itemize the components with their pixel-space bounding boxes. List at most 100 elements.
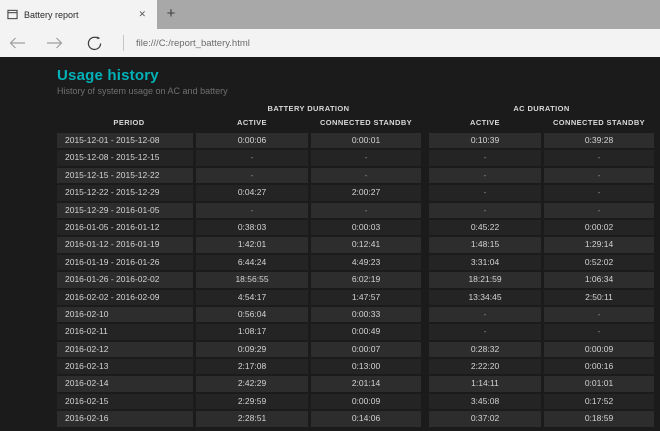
- cell-battery-active: 0:09:29: [196, 341, 308, 358]
- cell-period: 2016-02-14: [57, 376, 193, 392]
- table-row: 2015-12-08 - 2015-12-15- - - -: [57, 150, 654, 166]
- page-title: Usage history: [57, 67, 159, 84]
- browser-tab[interactable]: Battery report ✕: [0, 0, 157, 29]
- cell-period: 2016-02-16: [57, 411, 193, 427]
- cell-period: 2016-01-05 - 2016-01-12: [57, 219, 193, 236]
- group-gap-spacer: [424, 133, 426, 148]
- table-row: 2015-12-15 - 2015-12-22- - - -: [57, 167, 654, 184]
- group-header-ac-duration: AC DURATION: [513, 104, 570, 113]
- group-header-battery-duration: BATTERY DURATION: [267, 104, 350, 113]
- usage-history-table: 2015-12-01 - 2015-12-08 0:00:06 0:00:01 0:1…: [57, 133, 654, 427]
- cell-ac-cs: 1:29:14: [544, 237, 654, 253]
- cell-period: 2015-12-29 - 2016-01-05: [57, 202, 193, 218]
- cell-ac-cs: 0:52:02: [544, 254, 654, 271]
- cell-ac-cs: -: [544, 324, 654, 340]
- new-tab-button[interactable]: +: [157, 0, 185, 29]
- cell-battery-cs: 0:00:07: [311, 341, 421, 358]
- cell-period: 2016-02-10: [57, 306, 193, 323]
- cell-battery-active: 1:42:01: [196, 237, 308, 253]
- cell-ac-active: 0:28:32: [429, 341, 541, 358]
- cell-ac-active: 0:37:02: [429, 411, 541, 427]
- cell-ac-active: 3:31:04: [429, 254, 541, 271]
- cell-ac-cs: 0:18:59: [544, 411, 654, 427]
- cell-ac-active: 1:48:15: [429, 237, 541, 253]
- cell-ac-cs: 0:17:52: [544, 393, 654, 410]
- group-gap-spacer: [424, 237, 426, 252]
- cell-period: 2016-02-02 - 2016-02-09: [57, 289, 193, 305]
- table-row: 2016-02-12 0:09:29 0:00:07 0:28:32 0:00:09: [57, 341, 654, 358]
- group-gap-spacer: [424, 411, 426, 426]
- table-row: 2016-01-19 - 2016-01-26 6:44:24 4:49:23 3:3…: [57, 254, 654, 271]
- cell-ac-cs: 0:00:02: [544, 219, 654, 236]
- table-column-header-row: PERIOD ACTIVE CONNECTED STANDBY ACTIVE C…: [57, 116, 654, 129]
- cell-ac-cs: -: [544, 202, 654, 218]
- cell-battery-active: -: [196, 150, 308, 166]
- cell-battery-cs: 0:00:01: [311, 133, 421, 149]
- cell-ac-active: -: [429, 185, 541, 201]
- cell-ac-active: 18:21:59: [429, 272, 541, 288]
- group-gap-spacer: [424, 342, 426, 357]
- cell-ac-active: 13:34:45: [429, 289, 541, 305]
- cell-battery-active: -: [196, 167, 308, 184]
- cell-ac-cs: 0:01:01: [544, 376, 654, 392]
- group-gap-spacer: [424, 376, 426, 391]
- table-row: 2016-02-15 2:29:59 0:00:09 3:45:08 0:17:52: [57, 393, 654, 410]
- cell-battery-cs: -: [311, 167, 421, 184]
- cell-battery-active: 2:29:59: [196, 393, 308, 410]
- column-header-battery-connected-standby: CONNECTED STANDBY: [319, 118, 413, 127]
- group-gap-spacer: [424, 220, 426, 235]
- group-gap-spacer: [424, 185, 426, 200]
- cell-ac-cs: 0:00:16: [544, 359, 654, 375]
- group-gap-spacer: [424, 394, 426, 409]
- cell-period: 2015-12-08 - 2015-12-15: [57, 150, 193, 166]
- cell-battery-cs: 2:00:27: [311, 185, 421, 201]
- close-tab-icon[interactable]: ✕: [134, 7, 150, 22]
- cell-battery-active: -: [196, 202, 308, 218]
- cell-battery-cs: 0:13:00: [311, 359, 421, 375]
- cell-ac-cs: 1:06:34: [544, 272, 654, 288]
- table-row: 2015-12-01 - 2015-12-08 0:00:06 0:00:01 0:1…: [57, 133, 654, 149]
- cell-ac-cs: 2:50:11: [544, 289, 654, 305]
- cell-battery-active: 1:08:17: [196, 324, 308, 340]
- address-bar[interactable]: file:///C:/report_battery.html: [136, 38, 250, 49]
- cell-battery-cs: -: [311, 150, 421, 166]
- cell-period: 2016-01-26 - 2016-02-02: [57, 272, 193, 288]
- group-gap-spacer: [424, 168, 426, 183]
- cell-period: 2016-01-12 - 2016-01-19: [57, 237, 193, 253]
- page-subtitle: History of system usage on AC and batter…: [57, 86, 228, 96]
- back-arrow-icon: [9, 37, 25, 49]
- cell-period: 2016-02-11: [57, 324, 193, 340]
- table-row: 2016-02-14 2:42:29 2:01:14 1:14:11 0:01:01: [57, 376, 654, 392]
- forward-button[interactable]: [44, 33, 64, 53]
- cell-battery-cs: 0:00:33: [311, 306, 421, 323]
- back-button[interactable]: [7, 33, 27, 53]
- group-gap-spacer: [424, 290, 426, 305]
- cell-ac-cs: -: [544, 167, 654, 184]
- cell-period: 2016-02-12: [57, 341, 193, 358]
- column-header-ac-connected-standby: CONNECTED STANDBY: [552, 118, 646, 127]
- cell-ac-active: -: [429, 306, 541, 323]
- cell-ac-active: 0:45:22: [429, 219, 541, 236]
- cell-battery-active: 0:00:06: [196, 133, 308, 149]
- cell-battery-cs: 0:14:06: [311, 411, 421, 427]
- cell-battery-active: 2:28:51: [196, 411, 308, 427]
- refresh-button[interactable]: [84, 33, 104, 53]
- cell-period: 2016-02-13: [57, 359, 193, 375]
- report-page: Usage history History of system usage on…: [0, 57, 660, 431]
- navigation-bar: file:///C:/report_battery.html: [0, 29, 660, 57]
- table-row: 2016-02-11 1:08:17 0:00:49- -: [57, 324, 654, 340]
- cell-battery-active: 0:04:27: [196, 185, 308, 201]
- address-bar-separator: [123, 35, 124, 51]
- cell-ac-cs: -: [544, 306, 654, 323]
- cell-battery-active: 2:17:08: [196, 359, 308, 375]
- group-gap-spacer: [424, 324, 426, 339]
- cell-ac-active: -: [429, 150, 541, 166]
- table-row: 2016-02-02 - 2016-02-09 4:54:17 1:47:57 13:…: [57, 289, 654, 305]
- forward-arrow-icon: [46, 37, 62, 49]
- column-header-ac-active: ACTIVE: [470, 118, 500, 127]
- cell-battery-active: 0:56:04: [196, 306, 308, 323]
- table-row: 2016-01-26 - 2016-02-02 18:56:55 6:02:19 18…: [57, 272, 654, 288]
- cell-battery-cs: 2:01:14: [311, 376, 421, 392]
- cell-battery-active: 18:56:55: [196, 272, 308, 288]
- cell-ac-cs: -: [544, 150, 654, 166]
